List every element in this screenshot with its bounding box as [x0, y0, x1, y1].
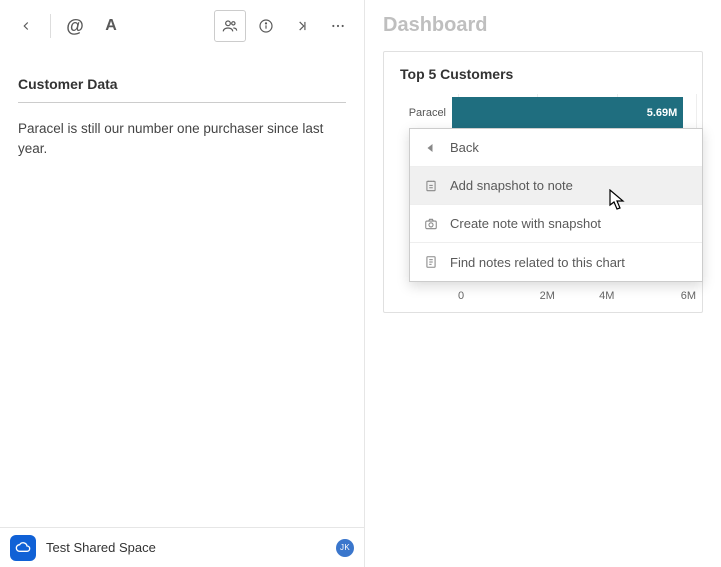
- footer: Test Shared Space JK: [0, 527, 364, 567]
- menu-item-label: Back: [450, 140, 479, 155]
- more-horizontal-icon: [330, 18, 346, 34]
- menu-item-add-snapshot[interactable]: Add snapshot to note: [410, 167, 702, 205]
- chart-tick: 4M: [577, 290, 637, 302]
- dashboard-title: Dashboard: [365, 0, 721, 43]
- space-badge[interactable]: [10, 535, 36, 561]
- menu-item-create-note[interactable]: Create note with snapshot: [410, 205, 702, 243]
- collapse-button[interactable]: [286, 10, 318, 42]
- context-menu: Back Add snapshot to note Create note wi…: [409, 128, 703, 282]
- people-icon: [222, 18, 238, 34]
- more-button[interactable]: [322, 10, 354, 42]
- separator: [50, 14, 51, 38]
- chart-tick: 2M: [518, 290, 578, 302]
- note-body[interactable]: Paracel is still our number one purchase…: [18, 103, 346, 160]
- chart-bar-value: 5.69M: [647, 107, 678, 119]
- back-button[interactable]: [10, 10, 42, 42]
- note-title[interactable]: Customer Data: [18, 52, 346, 103]
- space-name: Test Shared Space: [46, 540, 326, 555]
- user-avatar[interactable]: JK: [336, 539, 354, 557]
- note-area: Customer Data Paracel is still our numbe…: [0, 52, 364, 567]
- info-icon: [258, 18, 274, 34]
- mention-button[interactable]: @: [59, 10, 91, 42]
- menu-item-label: Find notes related to this chart: [450, 255, 625, 270]
- chart-axis: 0 2M 4M 6M: [458, 284, 696, 302]
- chart-bar[interactable]: 5.69M: [452, 97, 683, 129]
- note-add-icon: [422, 179, 440, 193]
- left-pane: @ A Customer Data Paracel is still our n…: [0, 0, 365, 567]
- chevron-left-icon: [19, 19, 33, 33]
- chart-tick: 0: [458, 290, 518, 302]
- chart-title: Top 5 Customers: [398, 66, 696, 82]
- text-style-button[interactable]: A: [95, 10, 127, 42]
- chart-tick: 6M: [637, 290, 697, 302]
- right-pane: Dashboard Top 5 Customers Paracel 5.69M: [365, 0, 721, 567]
- menu-item-label: Add snapshot to note: [450, 178, 573, 193]
- menu-item-find-notes[interactable]: Find notes related to this chart: [410, 243, 702, 281]
- toolbar: @ A: [0, 0, 364, 52]
- menu-item-label: Create note with snapshot: [450, 216, 601, 231]
- menu-item-back[interactable]: Back: [410, 129, 702, 167]
- people-button[interactable]: [214, 10, 246, 42]
- info-button[interactable]: [250, 10, 282, 42]
- camera-icon: [422, 217, 440, 231]
- collapse-right-icon: [295, 19, 309, 33]
- chart-bar-row: Paracel 5.69M: [398, 94, 696, 132]
- cloud-icon: [15, 540, 31, 556]
- chart-bar-label: Paracel: [398, 107, 452, 119]
- document-icon: [422, 255, 440, 269]
- arrow-left-icon: [422, 142, 440, 154]
